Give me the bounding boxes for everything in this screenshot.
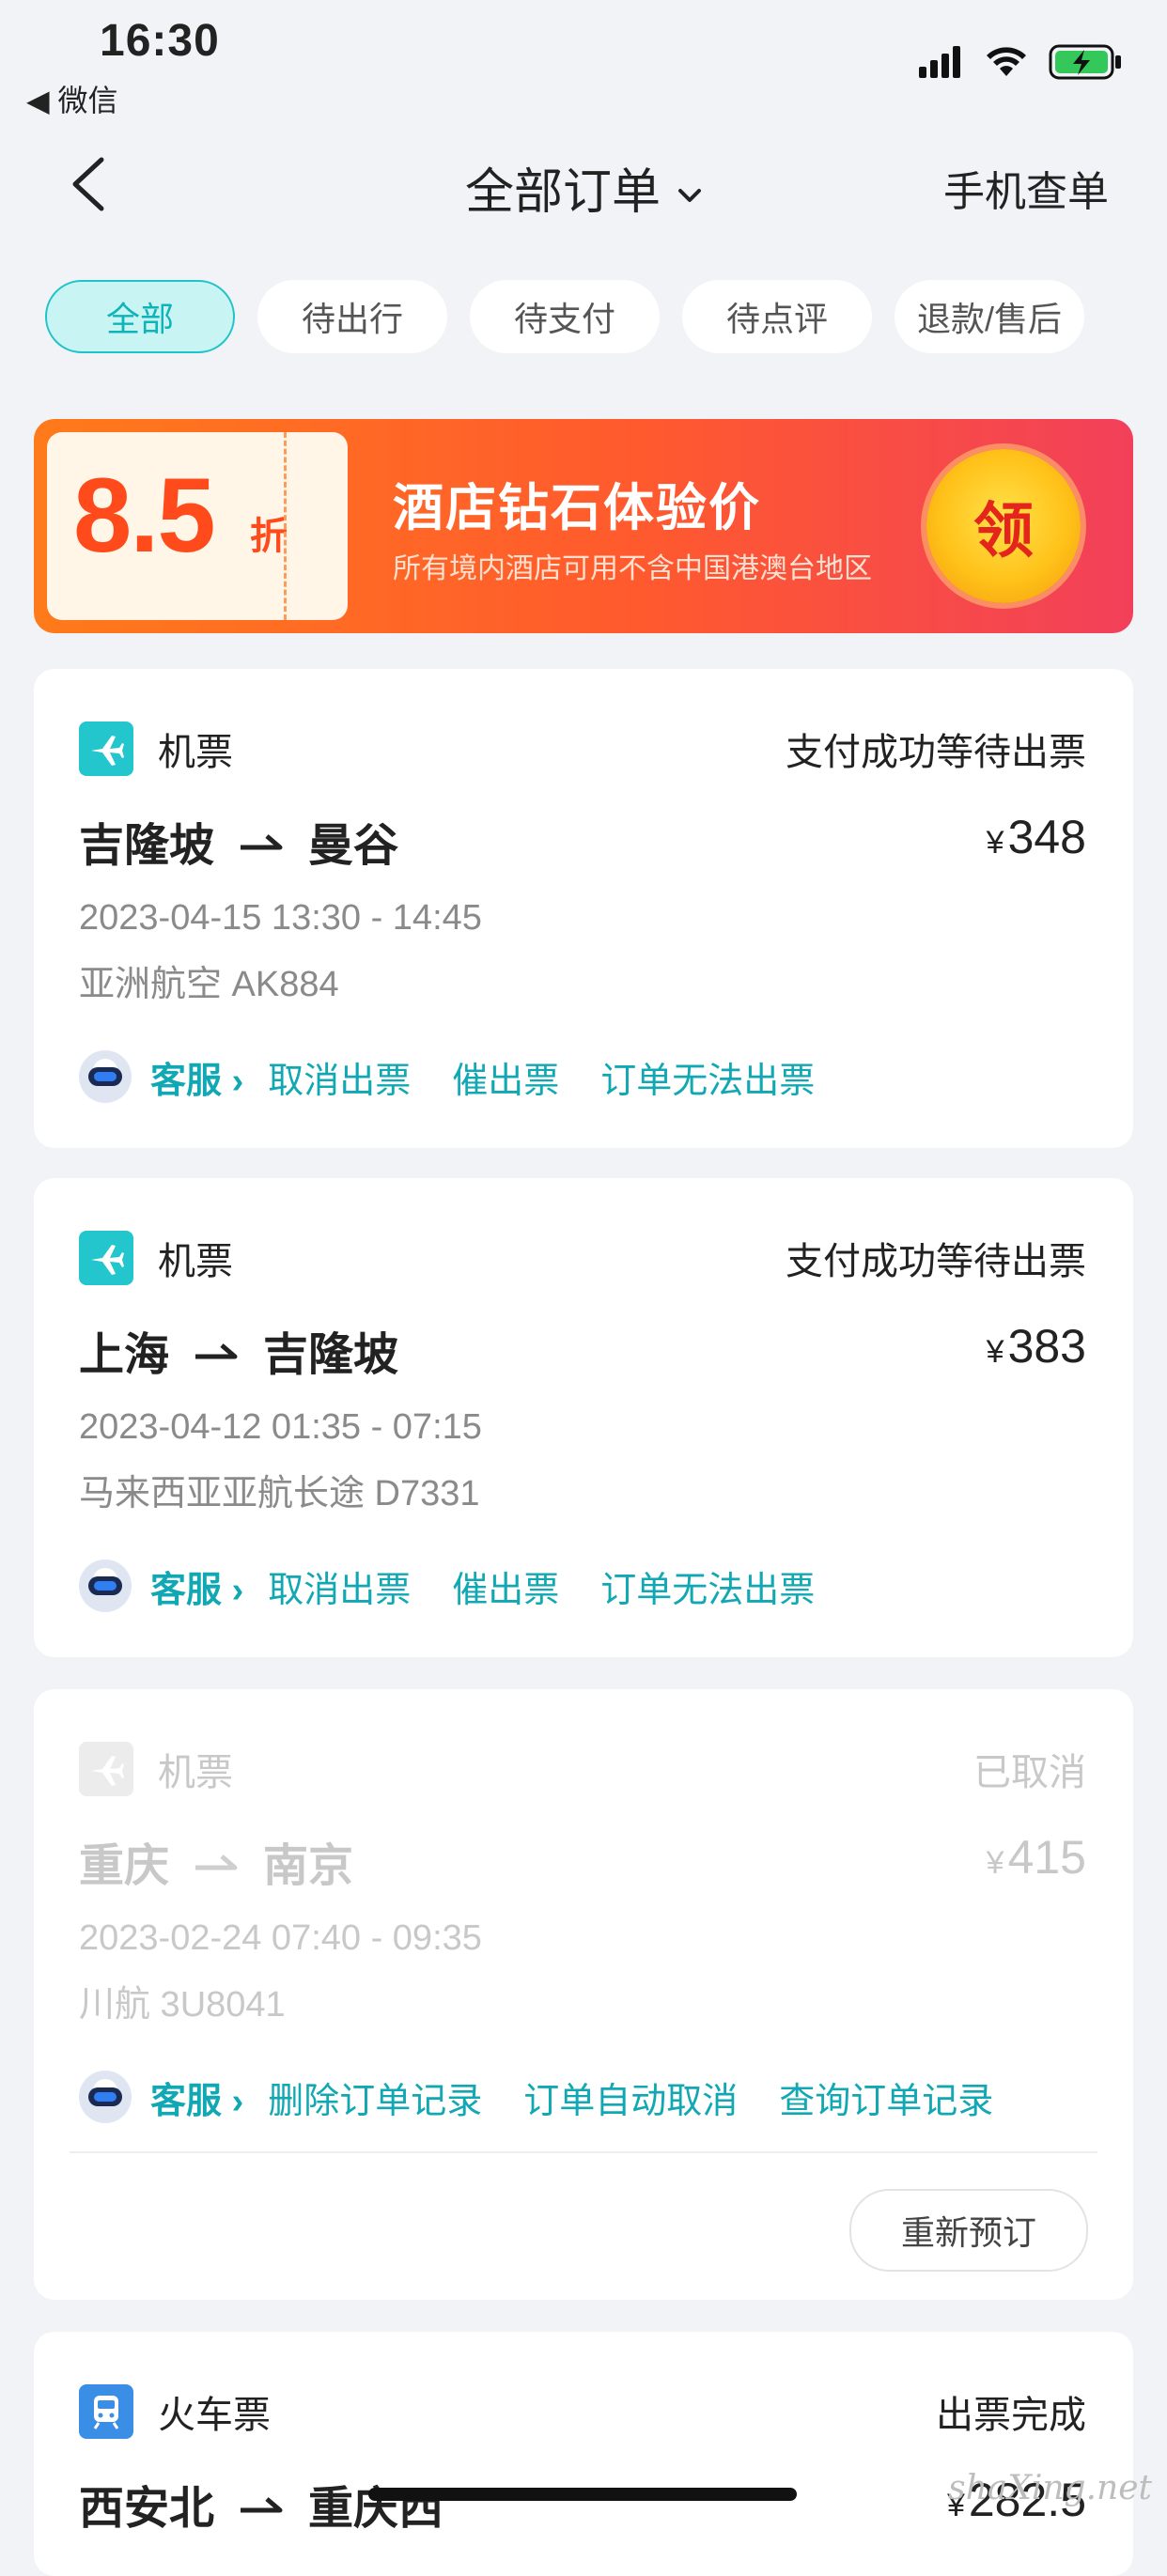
- route-arrow-icon: [195, 1854, 238, 1870]
- customer-service-label: 客服: [150, 2081, 223, 2121]
- order-status: 支付成功等待出票: [786, 1241, 1086, 1282]
- route: 上海 吉隆坡: [79, 1317, 398, 1383]
- route-arrow-icon: [241, 2497, 283, 2513]
- claim-button[interactable]: 领: [926, 449, 1081, 603]
- route-arrow-icon: [195, 1343, 238, 1359]
- coupon-divider: [284, 432, 287, 620]
- origin-city: 重庆: [79, 1841, 170, 1891]
- currency-symbol: ¥: [986, 1334, 1004, 1370]
- tab-refund[interactable]: 退款/售后: [895, 280, 1084, 353]
- order-type: 火车票: [158, 2395, 271, 2436]
- order-status: 出票完成: [936, 2395, 1086, 2436]
- order-status: 支付成功等待出票: [786, 732, 1086, 773]
- customer-service-label: 客服: [150, 1570, 223, 1610]
- home-indicator: [368, 2488, 797, 2501]
- delete-record-button[interactable]: 删除订单记录: [268, 2072, 482, 2123]
- cancel-ticketing-button[interactable]: 取消出票: [268, 1051, 411, 1103]
- filter-tabs: 全部 待出行 待支付 待点评 退款/售后: [45, 280, 1124, 355]
- flight-number: 马来西亚亚航长途 D7331: [79, 1474, 480, 1513]
- order-card[interactable]: 机票 支付成功等待出票 上海 吉隆坡 ¥383 2023-04-12 01:35…: [34, 1178, 1133, 1657]
- customer-service-link[interactable]: 客服 ›: [150, 1051, 243, 1103]
- origin-city: 上海: [79, 1330, 170, 1380]
- order-actions: 客服 › 删除订单记录 订单自动取消 查询订单记录: [79, 2071, 1035, 2123]
- flight-time: 2023-04-12 01:35 - 07:15: [79, 1407, 482, 1447]
- watermark: shaXing.net: [948, 2469, 1152, 2507]
- train-icon: [79, 2384, 133, 2439]
- currency-symbol: ¥: [986, 1845, 1004, 1881]
- back-to-app-link[interactable]: ◀ 微信: [26, 77, 118, 120]
- order-actions: 客服 › 取消出票 催出票 订单无法出票: [79, 1050, 856, 1103]
- query-record-button[interactable]: 查询订单记录: [779, 2072, 993, 2123]
- destination-city: 曼谷: [308, 821, 399, 871]
- order-price: ¥415: [987, 1830, 1086, 1885]
- tab-unpaid[interactable]: 待支付: [470, 280, 660, 353]
- flight-time: 2023-02-24 07:40 - 09:35: [79, 1918, 482, 1958]
- currency-symbol: ¥: [986, 825, 1004, 861]
- cannot-issue-button[interactable]: 订单无法出票: [600, 1560, 815, 1612]
- coupon-discount-unit: 折: [250, 516, 288, 557]
- order-price: ¥383: [987, 1319, 1086, 1373]
- plane-icon: [79, 1231, 133, 1285]
- signal-icon: [919, 46, 960, 78]
- battery-charging-icon: [1049, 44, 1121, 80]
- banner-title: 酒店钻石体验价: [393, 480, 761, 536]
- destination-city: 南京: [263, 1841, 354, 1891]
- card-divider: [70, 2151, 1097, 2153]
- chevron-down-icon: [678, 189, 701, 203]
- origin-city: 西安北: [79, 2484, 215, 2534]
- origin-city: 吉隆坡: [79, 821, 215, 871]
- flight-number: 川航 3U8041: [79, 1985, 286, 2025]
- auto-cancel-button[interactable]: 订单自动取消: [523, 2072, 738, 2123]
- urge-ticketing-button[interactable]: 催出票: [452, 1560, 559, 1612]
- destination-city: 重庆西: [308, 2484, 444, 2534]
- banner-subtitle: 所有境内酒店可用不含中国港澳台地区: [393, 553, 872, 584]
- route: 重庆 南京: [79, 1828, 353, 1894]
- route: 吉隆坡 曼谷: [79, 808, 398, 874]
- cancel-ticketing-button[interactable]: 取消出票: [268, 1560, 411, 1612]
- cannot-issue-button[interactable]: 订单无法出票: [600, 1051, 815, 1103]
- coupon-discount-value: 8.5: [73, 457, 216, 574]
- urge-ticketing-button[interactable]: 催出票: [452, 1051, 559, 1103]
- service-bot-icon[interactable]: [79, 2071, 132, 2123]
- tab-to-review[interactable]: 待点评: [682, 280, 872, 353]
- order-type: 机票: [158, 1752, 233, 1793]
- phone-lookup-button[interactable]: 手机查单: [943, 158, 1109, 218]
- order-card[interactable]: 机票 已取消 重庆 南京 ¥415 2023-02-24 07:40 - 09:…: [34, 1689, 1133, 2300]
- customer-service-link[interactable]: 客服 ›: [150, 1560, 243, 1612]
- order-type: 机票: [158, 732, 233, 773]
- plane-icon: [79, 722, 133, 776]
- price-value: 415: [1007, 1831, 1086, 1884]
- order-card[interactable]: 机票 支付成功等待出票 吉隆坡 曼谷 ¥348 2023-04-15 13:30…: [34, 669, 1133, 1148]
- status-time: 16:30: [100, 16, 220, 66]
- order-type: 机票: [158, 1241, 233, 1282]
- status-icons: [919, 41, 1124, 83]
- flight-number: 亚洲航空 AK884: [79, 965, 339, 1004]
- page-title: 全部订单: [464, 165, 661, 220]
- order-status: 已取消: [973, 1752, 1086, 1793]
- order-actions: 客服 › 取消出票 催出票 订单无法出票: [79, 1560, 856, 1612]
- service-bot-icon[interactable]: [79, 1560, 132, 1612]
- order-price: ¥348: [987, 810, 1086, 864]
- destination-city: 吉隆坡: [263, 1330, 399, 1380]
- wifi-icon: [987, 47, 1026, 76]
- promo-banner[interactable]: 8.5 折 酒店钻石体验价 所有境内酒店可用不含中国港澳台地区 领: [34, 419, 1133, 633]
- customer-service-label: 客服: [150, 1061, 223, 1101]
- price-value: 348: [1007, 811, 1086, 863]
- price-value: 383: [1007, 1320, 1086, 1373]
- tab-upcoming[interactable]: 待出行: [257, 280, 447, 353]
- plane-icon: [79, 1742, 133, 1796]
- order-card[interactable]: 火车票 出票完成 西安北 重庆西 ¥282.5: [34, 2332, 1133, 2576]
- route: 西安北 重庆西: [79, 2471, 443, 2537]
- rebook-button[interactable]: 重新预订: [849, 2189, 1088, 2272]
- flight-time: 2023-04-15 13:30 - 14:45: [79, 898, 482, 938]
- customer-service-link[interactable]: 客服 ›: [150, 2072, 243, 2123]
- tab-all[interactable]: 全部: [45, 280, 235, 353]
- service-bot-icon[interactable]: [79, 1050, 132, 1103]
- route-arrow-icon: [241, 834, 283, 850]
